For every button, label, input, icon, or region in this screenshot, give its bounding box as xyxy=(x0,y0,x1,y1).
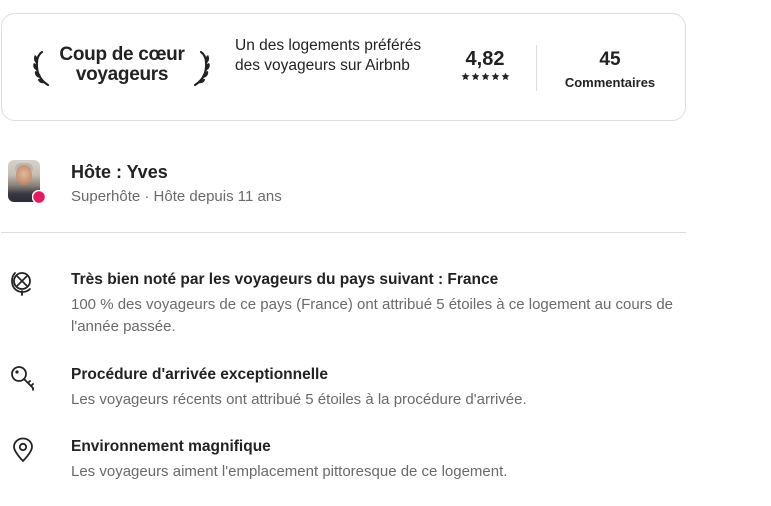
star-icon xyxy=(501,72,509,81)
card-divider xyxy=(536,45,537,91)
star-icon xyxy=(481,72,489,81)
host-meta: Superhôte · Hôte depuis 11 ans xyxy=(71,188,282,205)
highlight-title: Environnement magnifique xyxy=(71,438,271,455)
guest-favorite-description: Un des logements préférés des voyageurs … xyxy=(235,37,422,74)
globe-icon xyxy=(11,272,31,296)
rating-value: 4,82 xyxy=(465,48,505,70)
reviews-count: 45 xyxy=(599,49,621,70)
key-icon xyxy=(11,366,34,391)
map-pin-icon xyxy=(13,437,33,462)
reviews-label: Commentaires xyxy=(564,75,656,90)
highlight-title: Procédure d'arrivée exceptionnelle xyxy=(71,366,328,383)
highlight-description: Les voyageurs aiment l'emplacement pitto… xyxy=(71,463,508,480)
avatar[interactable] xyxy=(8,160,46,204)
star-icon xyxy=(461,72,469,81)
star-icon xyxy=(471,72,479,81)
highlight-title: Très bien noté par les voyageurs du pays… xyxy=(71,271,499,288)
star-icon xyxy=(491,72,499,81)
superhost-badge-icon xyxy=(32,190,46,204)
laurel-left-icon xyxy=(33,50,50,87)
rating-summary: 4,82 xyxy=(448,48,522,81)
star-rating xyxy=(448,72,522,81)
guest-favorite-card: Coup de cœur voyageurs Un des logements … xyxy=(1,13,686,121)
guest-favorite-title: Coup de cœur voyageurs xyxy=(59,44,185,85)
laurel-right-icon xyxy=(193,50,210,87)
highlight-description: Les voyageurs récents ont attribué 5 éto… xyxy=(71,391,527,408)
host-name: Hôte : Yves xyxy=(71,162,168,182)
host-section: Hôte : Yves Superhôte · Hôte depuis 11 a… xyxy=(8,160,688,210)
reviews-summary[interactable]: 45 Commentaires xyxy=(550,49,670,91)
highlight-description: 100 % des voyageurs de ce pays (France) … xyxy=(71,296,674,335)
section-divider xyxy=(1,232,686,233)
